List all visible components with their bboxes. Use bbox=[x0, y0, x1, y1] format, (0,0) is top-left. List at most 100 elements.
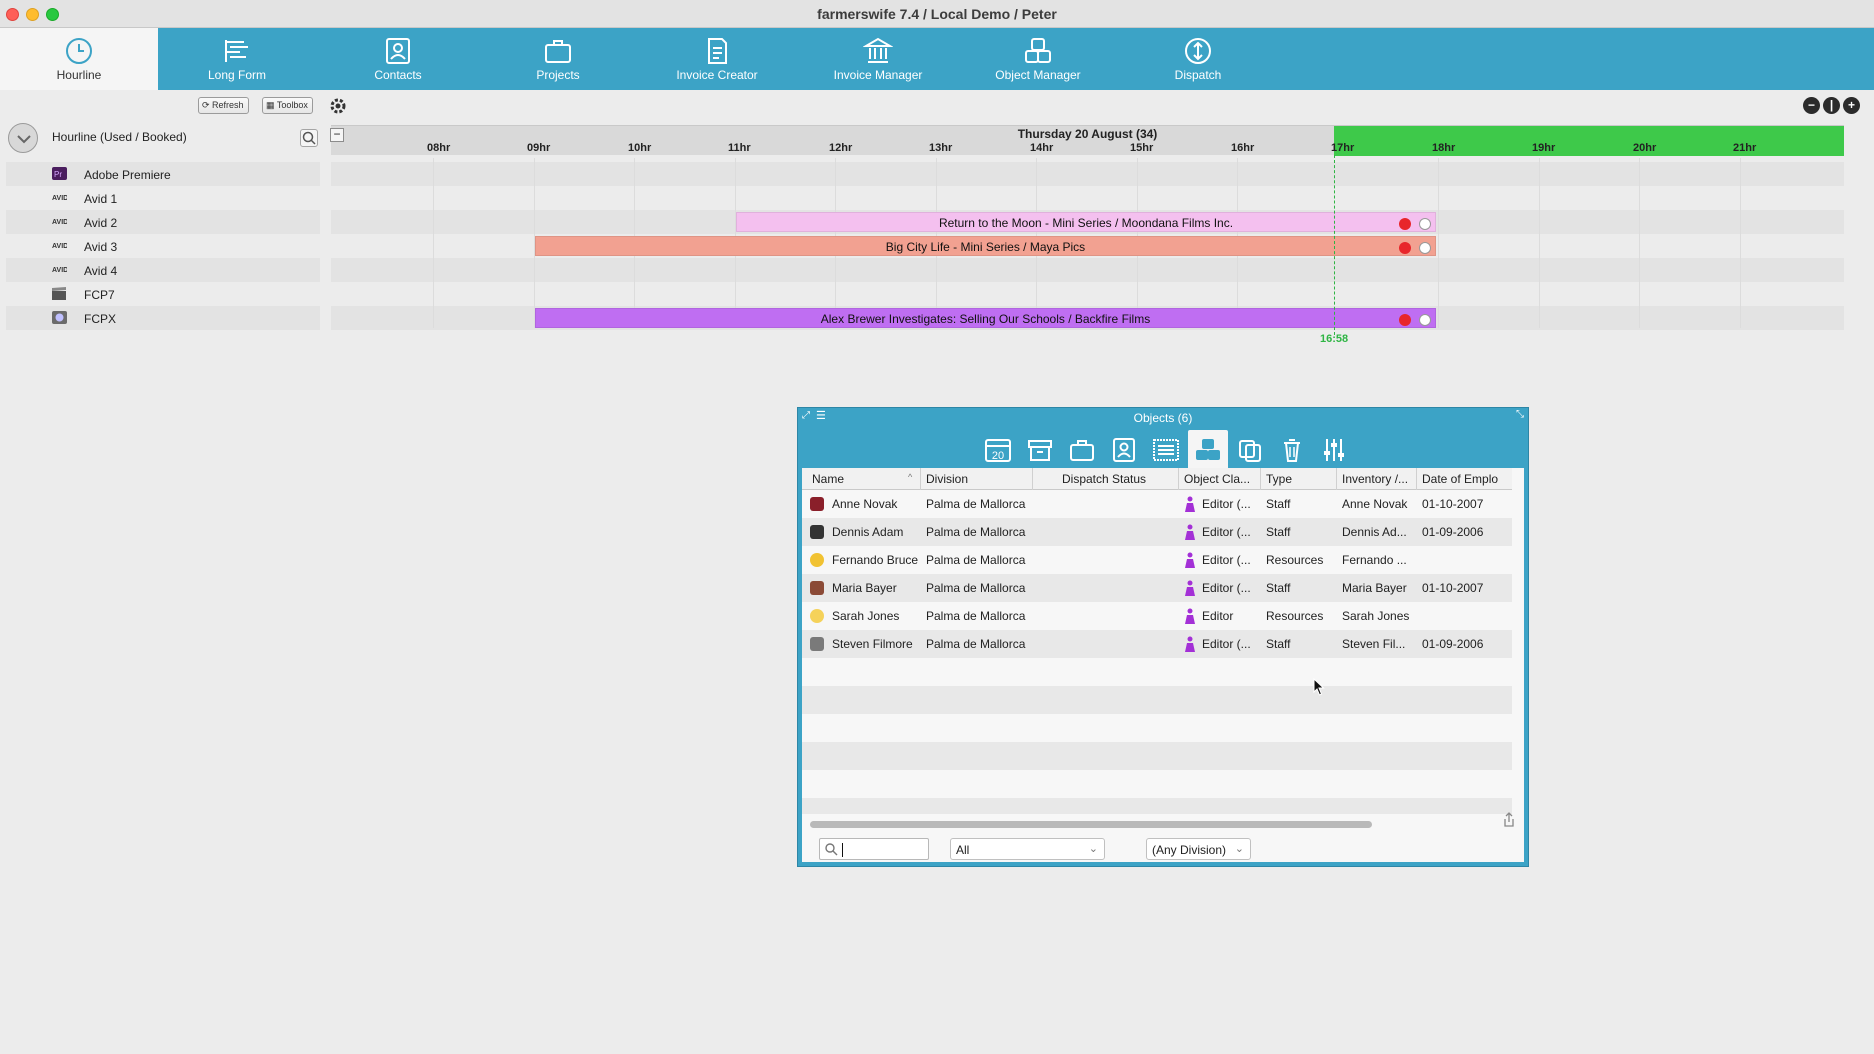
status-dot-icon[interactable] bbox=[1399, 314, 1411, 326]
toolbox-button[interactable]: ▦ Toolbox bbox=[262, 97, 313, 114]
column-header-type[interactable]: Type bbox=[1266, 472, 1336, 486]
cell-object-class: Editor (... bbox=[1202, 497, 1251, 511]
column-header-date-of-employment[interactable]: Date of Emplo bbox=[1422, 472, 1510, 486]
clock-icon[interactable] bbox=[1419, 314, 1431, 326]
window-title: farmerswife 7.4 / Local Demo / Peter bbox=[817, 6, 1057, 22]
zoom-in-button[interactable]: + bbox=[1843, 97, 1860, 114]
tab-projects[interactable]: Projects bbox=[479, 28, 637, 90]
zoom-out-button[interactable]: − bbox=[1803, 97, 1820, 114]
tab-hourline[interactable]: Hourline bbox=[0, 28, 158, 90]
column-header-inventory[interactable]: Inventory /... bbox=[1342, 472, 1416, 486]
current-time-line bbox=[1334, 155, 1335, 335]
cell-division: Palma de Mallorca bbox=[926, 525, 1026, 539]
column-header-name[interactable]: Name bbox=[812, 472, 892, 486]
tab-object-manager[interactable]: Object Manager bbox=[959, 28, 1117, 90]
resource-row[interactable]: FCPX bbox=[6, 306, 320, 330]
timeline-lane[interactable] bbox=[331, 282, 1844, 306]
search-icon bbox=[302, 131, 316, 145]
cell-division: Palma de Mallorca bbox=[926, 637, 1026, 651]
table-row[interactable]: Fernando Bruce Palma de Mallorca Editor … bbox=[802, 546, 1512, 574]
objects-tab[interactable] bbox=[1188, 430, 1228, 468]
table-row[interactable]: Anne Novak Palma de Mallorca Editor (...… bbox=[802, 490, 1512, 518]
grid-line bbox=[433, 158, 434, 328]
type-filter-select[interactable]: All ⌄ bbox=[950, 838, 1105, 860]
contacts-tab[interactable] bbox=[1104, 430, 1144, 468]
share-icon[interactable] bbox=[1502, 812, 1516, 828]
clock-icon[interactable] bbox=[1419, 242, 1431, 254]
status-dot-icon[interactable] bbox=[1399, 218, 1411, 230]
booking-label: Alex Brewer Investigates: Selling Our Sc… bbox=[820, 312, 1151, 326]
timeline-lane[interactable] bbox=[331, 186, 1844, 210]
column-header-division[interactable]: Division bbox=[926, 472, 1026, 486]
cell-inventory: Maria Bayer bbox=[1342, 581, 1407, 595]
objects-table-container: Name ^ Division Dispatch Status Object C… bbox=[802, 468, 1524, 862]
title-bar: farmerswife 7.4 / Local Demo / Peter bbox=[0, 0, 1874, 28]
refresh-icon: ⟳ bbox=[202, 100, 213, 110]
cell-inventory: Steven Fil... bbox=[1342, 637, 1406, 651]
column-separator[interactable] bbox=[1032, 468, 1033, 490]
text-caret bbox=[842, 842, 843, 857]
resource-list-title: Hourline (Used / Booked) bbox=[52, 130, 187, 144]
calendar-icon: 20 bbox=[985, 439, 1011, 462]
projects-tab[interactable] bbox=[1062, 430, 1102, 468]
gear-icon[interactable] bbox=[329, 97, 347, 115]
settings-tab[interactable] bbox=[1314, 430, 1354, 468]
table-row[interactable]: Dennis Adam Palma de Mallorca Editor (..… bbox=[802, 518, 1512, 546]
clock-icon[interactable] bbox=[8, 123, 38, 153]
table-row[interactable]: Sarah Jones Palma de Mallorca Editor Res… bbox=[802, 602, 1512, 630]
objects-search-input[interactable] bbox=[819, 838, 929, 860]
tab-dispatch[interactable]: Dispatch bbox=[1119, 28, 1277, 90]
booking-bar[interactable]: Return to the Moon - Mini Series / Moond… bbox=[736, 212, 1436, 232]
tab-projects-label: Projects bbox=[536, 68, 580, 82]
status-dot-icon[interactable] bbox=[1399, 242, 1411, 254]
column-separator[interactable] bbox=[1260, 468, 1261, 490]
column-separator[interactable] bbox=[1178, 468, 1179, 490]
timeline-header: − Thursday 20 August (34) 08hr 09hr 10hr… bbox=[330, 125, 1844, 156]
booking-bar[interactable]: Alex Brewer Investigates: Selling Our Sc… bbox=[535, 308, 1436, 328]
calendar-tab[interactable]: 20 bbox=[978, 430, 1018, 468]
cell-object-class: Editor (... bbox=[1202, 553, 1251, 567]
trash-tab[interactable] bbox=[1272, 430, 1312, 468]
cell-date: 01-09-2006 bbox=[1422, 525, 1484, 539]
clock-icon[interactable] bbox=[1419, 218, 1431, 230]
column-separator[interactable] bbox=[1416, 468, 1417, 490]
table-row[interactable]: Steven Filmore Palma de Mallorca Editor … bbox=[802, 630, 1512, 658]
horizontal-scrollbar[interactable] bbox=[810, 821, 1372, 828]
column-separator[interactable] bbox=[920, 468, 921, 490]
column-header-dispatch-status[interactable]: Dispatch Status bbox=[1062, 472, 1182, 486]
hour-label: 19hr bbox=[1532, 142, 1556, 154]
objects-panel-title: Objects (6) bbox=[1133, 411, 1193, 425]
tab-invoice-creator[interactable]: Invoice Creator bbox=[638, 28, 796, 90]
avatar bbox=[810, 581, 824, 595]
resource-name: Avid 3 bbox=[84, 240, 118, 254]
person-icon bbox=[1185, 580, 1195, 596]
column-header-object-class[interactable]: Object Cla... bbox=[1184, 472, 1260, 486]
resource-row[interactable]: AVID Avid 2 bbox=[6, 210, 320, 234]
resource-row[interactable]: FCP7 bbox=[6, 282, 320, 306]
cell-division: Palma de Mallorca bbox=[926, 553, 1026, 567]
tab-contacts[interactable]: Contacts bbox=[319, 28, 477, 90]
table-row[interactable]: Maria Bayer Palma de Mallorca Editor (..… bbox=[802, 574, 1512, 602]
timeline-lane[interactable] bbox=[331, 162, 1844, 186]
timeline-lane[interactable] bbox=[331, 258, 1844, 282]
copy-tab[interactable] bbox=[1230, 430, 1270, 468]
resource-row[interactable]: AVID Avid 1 bbox=[6, 186, 320, 210]
tab-long-form[interactable]: Long Form bbox=[158, 28, 316, 90]
sliders-icon bbox=[1324, 439, 1344, 461]
resource-search-button[interactable] bbox=[300, 129, 318, 147]
zoom-reset-button[interactable]: | bbox=[1823, 97, 1840, 114]
column-separator[interactable] bbox=[1336, 468, 1337, 490]
resource-row[interactable]: AVID Avid 4 bbox=[6, 258, 320, 282]
resource-name: Adobe Premiere bbox=[84, 168, 171, 182]
tab-long-form-label: Long Form bbox=[207, 68, 267, 82]
resource-row[interactable]: AVID Avid 3 bbox=[6, 234, 320, 258]
division-filter-select[interactable]: (Any Division) ⌄ bbox=[1146, 838, 1251, 860]
booking-bar[interactable]: Big City Life - Mini Series / Maya Pics bbox=[535, 236, 1436, 256]
cell-name: Maria Bayer bbox=[832, 581, 897, 595]
archive-tab[interactable] bbox=[1020, 430, 1060, 468]
cell-inventory: Fernando ... bbox=[1342, 553, 1407, 567]
refresh-button[interactable]: ⟳ Refresh bbox=[198, 97, 249, 114]
list-tab[interactable] bbox=[1146, 430, 1186, 468]
resource-row[interactable]: Pr Adobe Premiere bbox=[6, 162, 320, 186]
tab-invoice-manager[interactable]: Invoice Manager bbox=[799, 28, 957, 90]
